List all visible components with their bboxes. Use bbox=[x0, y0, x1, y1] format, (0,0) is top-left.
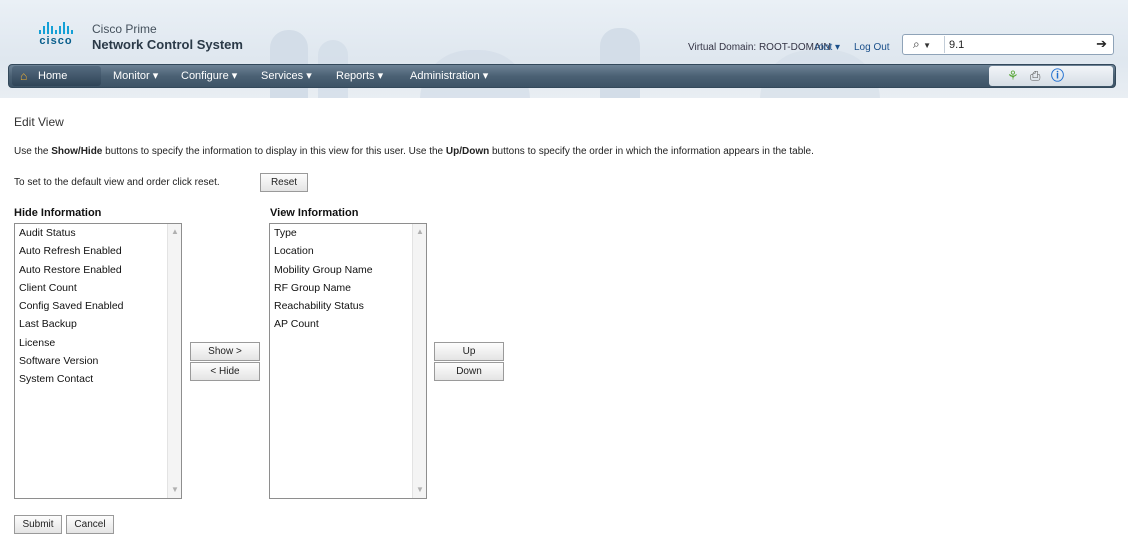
home-icon: ⌂ bbox=[20, 69, 28, 83]
hide-button[interactable]: < Hide bbox=[190, 362, 260, 381]
list-item[interactable]: Type bbox=[270, 224, 426, 242]
view-list-label: View Information bbox=[270, 207, 359, 219]
instructions-part: Use the bbox=[14, 146, 52, 157]
list-item[interactable]: License bbox=[15, 334, 181, 352]
page-title: Edit View bbox=[14, 115, 64, 129]
list-item[interactable]: Config Saved Enabled bbox=[15, 297, 181, 315]
hide-list-items: Audit Status Auto Refresh Enabled Auto Res… bbox=[15, 224, 181, 389]
cisco-logo: cisco bbox=[30, 22, 82, 47]
product-name-line1: Cisco Prime bbox=[92, 22, 157, 36]
logout-link[interactable]: Log Out bbox=[854, 42, 890, 53]
search-type-button[interactable]: ⌕ ▼ bbox=[907, 36, 945, 53]
list-item[interactable]: Client Count bbox=[15, 279, 181, 297]
list-item[interactable]: Reachability Status bbox=[270, 297, 426, 315]
instructions-part: buttons to specify the order in which th… bbox=[489, 146, 814, 157]
submit-button[interactable]: Submit bbox=[14, 515, 62, 534]
help-icon[interactable]: ⓘ bbox=[1051, 68, 1064, 84]
reset-button[interactable]: Reset bbox=[260, 173, 308, 192]
nav-reports[interactable]: Reports ▾ bbox=[336, 65, 383, 87]
nav-tools: ⚘ ⎙ ⓘ bbox=[989, 66, 1113, 86]
user-menu[interactable]: root ▾ bbox=[815, 42, 840, 53]
print-icon[interactable]: ⎙ bbox=[1030, 68, 1040, 84]
scroll-down-icon[interactable]: ▼ bbox=[414, 484, 426, 496]
list-item[interactable]: Location bbox=[270, 242, 426, 260]
list-item[interactable]: Software Version bbox=[15, 352, 181, 370]
cisco-logo-text: cisco bbox=[39, 35, 73, 47]
hide-information-list[interactable]: Audit Status Auto Refresh Enabled Auto Res… bbox=[14, 223, 182, 499]
down-button[interactable]: Down bbox=[434, 362, 504, 381]
hide-list-scrollbar[interactable]: ▲ ▼ bbox=[167, 224, 181, 498]
list-item[interactable]: AP Count bbox=[270, 315, 426, 333]
search-box: ⌕ ▼ ➔ bbox=[902, 34, 1114, 55]
scroll-up-icon[interactable]: ▲ bbox=[169, 226, 181, 238]
list-item[interactable]: Last Backup bbox=[15, 315, 181, 333]
instructions-bold: Show/Hide bbox=[51, 146, 103, 157]
nav-home-label: Home bbox=[38, 70, 68, 82]
nav-home[interactable]: ⌂ Home bbox=[12, 66, 101, 86]
shield-icon[interactable]: ⚘ bbox=[1007, 68, 1019, 84]
view-list-items: Type Location Mobility Group Name RF Group … bbox=[270, 224, 426, 334]
magnifier-icon: ⌕ bbox=[913, 37, 920, 51]
chevron-down-icon: ▼ bbox=[923, 41, 931, 50]
up-button[interactable]: Up bbox=[434, 342, 504, 361]
instructions-part: buttons to specify the information to di… bbox=[102, 146, 446, 157]
list-item[interactable]: Auto Refresh Enabled bbox=[15, 242, 181, 260]
nav-services[interactable]: Services ▾ bbox=[261, 65, 312, 87]
list-item[interactable]: RF Group Name bbox=[270, 279, 426, 297]
cisco-logo-bars bbox=[30, 22, 82, 34]
virtual-domain-label: Virtual Domain: ROOT-DOMAIN bbox=[688, 42, 831, 53]
hide-list-label: Hide Information bbox=[14, 207, 102, 219]
view-information-list[interactable]: Type Location Mobility Group Name RF Group … bbox=[269, 223, 427, 499]
list-item[interactable]: Auto Restore Enabled bbox=[15, 261, 181, 279]
nav-configure[interactable]: Configure ▾ bbox=[181, 65, 237, 87]
reset-instructions: To set to the default view and order cli… bbox=[14, 177, 220, 188]
instructions-text: Use the Show/Hide buttons to specify the… bbox=[14, 146, 814, 157]
nav-monitor[interactable]: Monitor ▾ bbox=[113, 65, 158, 87]
main-nav: ⌂ Home Monitor ▾ Configure ▾ Services ▾ … bbox=[8, 64, 1116, 88]
search-input[interactable] bbox=[949, 36, 1089, 53]
arrow-right-icon[interactable]: ➔ bbox=[1096, 36, 1107, 52]
app-header: cisco Cisco Prime Network Control System… bbox=[0, 0, 1128, 98]
list-item[interactable]: Audit Status bbox=[15, 224, 181, 242]
list-item[interactable]: System Contact bbox=[15, 370, 181, 388]
cancel-button[interactable]: Cancel bbox=[66, 515, 114, 534]
nav-administration[interactable]: Administration ▾ bbox=[410, 65, 488, 87]
view-list-scrollbar[interactable]: ▲ ▼ bbox=[412, 224, 426, 498]
scroll-up-icon[interactable]: ▲ bbox=[414, 226, 426, 238]
scroll-down-icon[interactable]: ▼ bbox=[169, 484, 181, 496]
instructions-bold: Up/Down bbox=[445, 146, 490, 157]
show-button[interactable]: Show > bbox=[190, 342, 260, 361]
product-name-line2: Network Control System bbox=[92, 37, 243, 52]
list-item[interactable]: Mobility Group Name bbox=[270, 261, 426, 279]
